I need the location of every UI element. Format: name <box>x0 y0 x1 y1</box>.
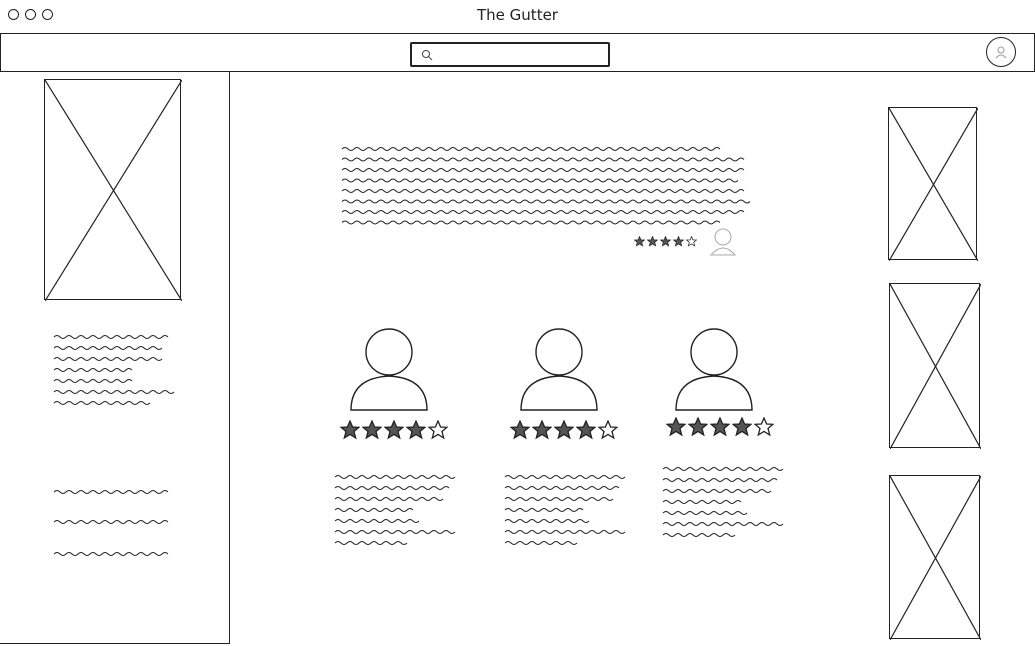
star-filled-icon <box>406 420 426 440</box>
star-empty-icon <box>428 420 448 440</box>
star-empty-icon <box>598 420 618 440</box>
reviewer-rating <box>666 417 774 437</box>
featured-post-text <box>341 147 750 225</box>
search-icon <box>422 50 433 61</box>
sidebar-image-placeholder <box>44 79 182 301</box>
star-filled-icon <box>688 417 708 437</box>
reviewer-rating <box>340 420 448 440</box>
star-filled-icon <box>660 236 671 247</box>
star-empty-icon <box>754 417 774 437</box>
star-filled-icon <box>710 417 730 437</box>
star-filled-icon <box>576 420 596 440</box>
reviewer-review-text <box>504 475 626 545</box>
star-filled-icon <box>510 420 530 440</box>
star-filled-icon <box>554 420 574 440</box>
reviewer-rating <box>510 420 618 440</box>
user-icon <box>995 46 1007 59</box>
sidebar-link-3[interactable] <box>52 548 172 560</box>
reviewer-avatar-icon <box>675 328 753 411</box>
star-filled-icon <box>634 236 645 247</box>
reviewer-review-text <box>334 475 456 545</box>
star-filled-icon <box>362 420 382 440</box>
sidebar-text-block <box>53 335 175 405</box>
featured-rating <box>634 236 697 247</box>
reviewer-review-text <box>662 467 784 537</box>
star-filled-icon <box>732 417 752 437</box>
sidebar-link-1[interactable] <box>52 486 172 498</box>
ad-image-placeholder-3 <box>889 475 981 640</box>
sidebar-link-2[interactable] <box>52 516 172 528</box>
star-filled-icon <box>384 420 404 440</box>
star-filled-icon <box>673 236 684 247</box>
ad-image-placeholder-1 <box>888 107 978 261</box>
ad-image-placeholder-2 <box>889 283 981 449</box>
star-empty-icon <box>686 236 697 247</box>
star-filled-icon <box>666 417 686 437</box>
profile-button[interactable] <box>986 37 1016 67</box>
reviewer-avatar-icon <box>520 328 598 411</box>
window-title: The Gutter <box>477 6 558 24</box>
featured-author-avatar-icon <box>709 228 737 256</box>
reviewer-avatar-icon <box>350 328 428 411</box>
search-input[interactable] <box>410 42 610 67</box>
star-filled-icon <box>340 420 360 440</box>
star-filled-icon <box>532 420 552 440</box>
star-filled-icon <box>647 236 658 247</box>
